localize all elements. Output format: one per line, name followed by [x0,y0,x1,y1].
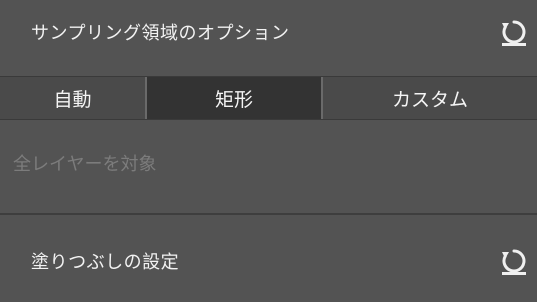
segment-rectangle[interactable]: 矩形 [147,77,323,119]
sampling-area-options-title: サンプリング領域のオプション [31,23,290,44]
reset-arrow-icon[interactable] [499,246,529,276]
section-divider [0,213,537,215]
sampling-mode-segmented-control: 自動 矩形 カスタム [0,76,537,120]
fill-settings-header: 塗りつぶしの設定 [0,228,537,294]
sampling-area-options-header: サンプリング領域のオプション [0,0,537,64]
fill-settings-title: 塗りつぶしの設定 [31,252,180,273]
reset-arrow-icon[interactable] [499,17,529,47]
segment-custom[interactable]: カスタム [323,77,537,119]
all-layers-option-row: 全レイヤーを対象 [0,121,537,213]
all-layers-label: 全レイヤーを対象 [13,154,157,175]
segment-auto[interactable]: 自動 [0,77,147,119]
